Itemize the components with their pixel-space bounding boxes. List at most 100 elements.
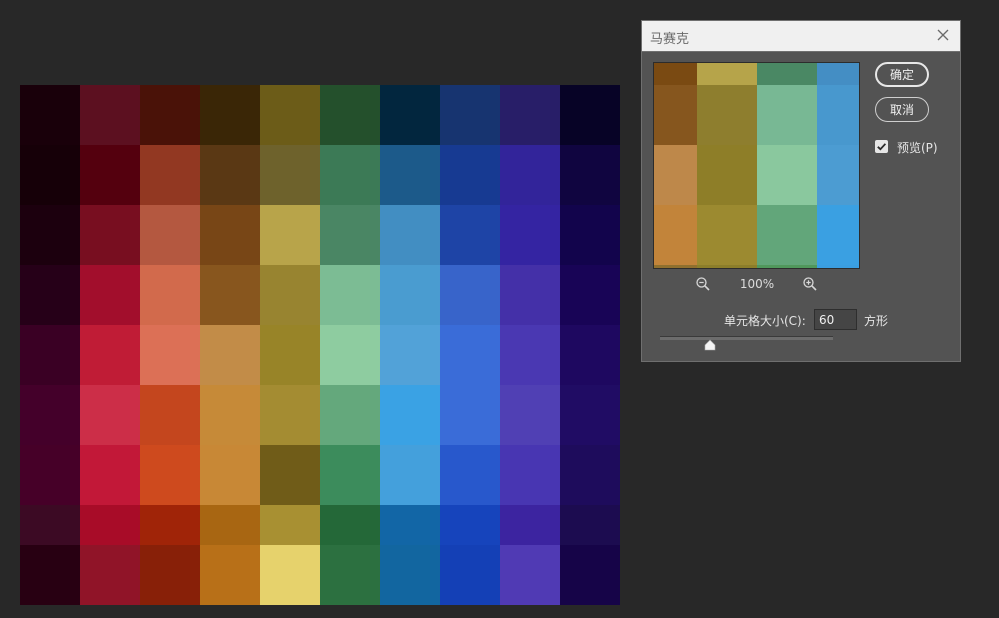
mosaic-tile — [380, 325, 440, 385]
mosaic-tile — [440, 205, 500, 265]
preview-pane[interactable] — [653, 62, 860, 269]
mosaic-tile — [440, 385, 500, 445]
preview-tile — [697, 63, 757, 85]
mosaic-tile — [320, 385, 380, 445]
dialog-titlebar[interactable]: 马赛克 — [642, 21, 960, 52]
mosaic-tile — [320, 545, 380, 605]
mosaic-tile — [380, 85, 440, 145]
mosaic-tile — [200, 385, 260, 445]
mosaic-tile — [440, 445, 500, 505]
preview-tile — [757, 85, 817, 145]
mosaic-dialog: 马赛克 100% 确定 取消 预览(P) 单元格大小(C): 60 方形 — [641, 20, 961, 362]
ok-button[interactable]: 确定 — [875, 62, 929, 87]
mosaic-tile — [260, 145, 320, 205]
mosaic-tile — [500, 145, 560, 205]
mosaic-tile — [380, 265, 440, 325]
mosaic-tile — [560, 445, 620, 505]
mosaic-tile — [260, 265, 320, 325]
mosaic-tile — [560, 205, 620, 265]
mosaic-tile — [260, 505, 320, 545]
mosaic-tile — [200, 505, 260, 545]
mosaic-tile — [500, 325, 560, 385]
mosaic-tile — [260, 385, 320, 445]
preview-tile — [654, 265, 697, 268]
mosaic-tile — [140, 385, 200, 445]
mosaic-tile — [560, 325, 620, 385]
mosaic-tile — [140, 205, 200, 265]
zoom-level: 100% — [739, 277, 775, 291]
dialog-title: 马赛克 — [650, 32, 690, 47]
mosaic-tile — [80, 145, 140, 205]
mosaic-tile — [20, 445, 80, 505]
mosaic-tile — [20, 265, 80, 325]
preview-tile — [817, 85, 859, 145]
mosaic-tile — [260, 445, 320, 505]
preview-tile — [757, 63, 817, 85]
preview-tile — [697, 265, 757, 268]
mosaic-tile — [440, 85, 500, 145]
preview-tile — [697, 145, 757, 205]
mosaic-tile — [140, 545, 200, 605]
zoom-controls: 100% — [695, 275, 820, 293]
preview-checkbox[interactable] — [875, 140, 888, 153]
preview-label: 预览(P) — [897, 141, 938, 155]
mosaic-tile — [260, 205, 320, 265]
mosaic-tile — [140, 145, 200, 205]
mosaic-tile — [560, 265, 620, 325]
mosaic-tile — [200, 325, 260, 385]
preview-tile — [757, 145, 817, 205]
preview-tile — [757, 205, 817, 265]
mosaic-tile — [500, 85, 560, 145]
zoom-out-icon[interactable] — [695, 276, 711, 292]
mosaic-tile — [140, 325, 200, 385]
mosaic-tile — [500, 265, 560, 325]
mosaic-tile — [560, 505, 620, 545]
mosaic-tile — [140, 85, 200, 145]
mosaic-tile — [320, 325, 380, 385]
mosaic-tile — [560, 545, 620, 605]
mosaic-tile — [500, 545, 560, 605]
mosaic-tile — [80, 265, 140, 325]
preview-tile — [654, 63, 697, 85]
slider-thumb-icon[interactable] — [703, 339, 717, 351]
mosaic-tile — [200, 145, 260, 205]
mosaic-tile — [500, 385, 560, 445]
cell-size-input[interactable] — [814, 309, 857, 330]
preview-tile — [654, 85, 697, 145]
mosaic-tile — [440, 145, 500, 205]
mosaic-tile — [20, 325, 80, 385]
mosaic-tile — [200, 545, 260, 605]
mosaic-tile — [320, 145, 380, 205]
mosaic-tile — [80, 445, 140, 505]
mosaic-tile — [380, 385, 440, 445]
mosaic-tile — [260, 545, 320, 605]
close-icon[interactable] — [936, 28, 950, 42]
mosaic-tile — [320, 505, 380, 545]
mosaic-tile — [140, 445, 200, 505]
preview-tile — [817, 63, 859, 85]
mosaic-tile — [320, 205, 380, 265]
cancel-button[interactable]: 取消 — [875, 97, 929, 122]
mosaic-canvas — [20, 85, 620, 605]
preview-tile — [697, 205, 757, 265]
checkmark-icon — [877, 143, 887, 151]
mosaic-tile — [260, 85, 320, 145]
mosaic-tile — [500, 505, 560, 545]
mosaic-tile — [440, 505, 500, 545]
zoom-in-icon[interactable] — [802, 276, 818, 292]
mosaic-tile — [320, 85, 380, 145]
mosaic-tile — [20, 505, 80, 545]
preview-grid — [654, 63, 859, 268]
mosaic-tile — [20, 385, 80, 445]
mosaic-tile — [500, 445, 560, 505]
cell-size-slider[interactable] — [660, 336, 833, 340]
mosaic-tile — [440, 545, 500, 605]
mosaic-tile — [380, 205, 440, 265]
mosaic-tile — [320, 265, 380, 325]
mosaic-tile — [20, 85, 80, 145]
mosaic-tile — [140, 505, 200, 545]
preview-tile — [654, 205, 697, 265]
mosaic-tile — [500, 205, 560, 265]
preview-tile — [817, 205, 859, 265]
mosaic-tile — [80, 85, 140, 145]
